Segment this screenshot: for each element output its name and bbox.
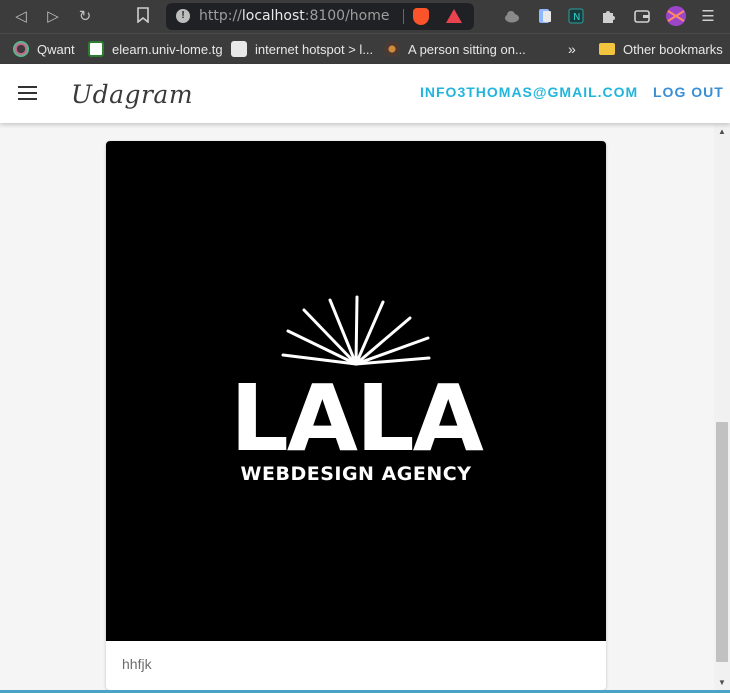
bookmark-item[interactable]: elearn.univ-lome.tg [88, 40, 223, 58]
svg-text:N: N [573, 12, 580, 23]
other-bookmarks-label: Other bookmarks [623, 41, 723, 57]
brave-shield-icon[interactable] [413, 8, 429, 25]
site-info-icon[interactable]: ! [176, 9, 190, 23]
wifi-hotspot-icon [231, 41, 247, 57]
bookmarks-overflow-button[interactable]: » [568, 40, 576, 58]
bookmark-label: elearn.univ-lome.tg [112, 41, 223, 57]
bookmark-icon[interactable] [133, 7, 153, 27]
app-header: Udagram INFO3THOMAS@GMAIL.COM LOG OUT [0, 64, 730, 123]
user-email-button[interactable]: INFO3THOMAS@GMAIL.COM [420, 84, 638, 106]
feed-image: LALA WEBDESIGN AGENCY [106, 141, 606, 641]
brave-rewards-icon[interactable] [446, 9, 462, 23]
browser-menu-icon[interactable]: ☰ [698, 7, 718, 27]
image-site-icon [384, 41, 400, 57]
extension-n-icon[interactable]: N [568, 8, 584, 24]
omnibox-divider [403, 9, 404, 24]
scroll-up-arrow-icon[interactable]: ▲ [714, 125, 730, 139]
other-bookmarks-folder[interactable]: Other bookmarks [599, 40, 723, 58]
wallet-icon[interactable] [634, 8, 650, 24]
bookmark-item[interactable]: internet hotspot > l... [231, 40, 373, 58]
folder-icon [599, 43, 615, 55]
logo-tagline: WEBDESIGN AGENCY [240, 463, 472, 485]
url-text: http://localhost:8100/home [199, 8, 390, 24]
bookmarks-bar: Qwant elearn.univ-lome.tg internet hotsp… [0, 33, 730, 64]
feed-card: LALA WEBDESIGN AGENCY hhfjk [106, 141, 606, 690]
reload-icon[interactable]: ↻ [75, 7, 95, 27]
extension-notes-icon[interactable] [537, 8, 553, 24]
bookmark-label: A person sitting on... [408, 41, 526, 57]
bookmark-label: Qwant [37, 41, 75, 57]
scroll-down-arrow-icon[interactable]: ▼ [714, 676, 730, 690]
app-title: Udagram [71, 80, 194, 109]
back-icon[interactable]: ◁ [11, 7, 31, 27]
profile-avatar-icon[interactable] [665, 5, 687, 27]
feed-content: LALA WEBDESIGN AGENCY hhfjk [0, 123, 714, 693]
cloud-icon[interactable] [504, 8, 520, 24]
logout-button[interactable]: LOG OUT [653, 84, 724, 106]
address-bar[interactable]: ! http://localhost:8100/home [166, 3, 474, 30]
browser-toolbar: ◁ ▷ ↻ ! http://localhost:8100/home N ☰ [0, 0, 730, 33]
scrollbar-thumb[interactable] [716, 422, 728, 662]
hamburger-menu-icon[interactable] [18, 86, 37, 100]
feed-caption: hhfjk [122, 656, 152, 672]
forward-icon[interactable]: ▷ [43, 7, 63, 27]
bookmark-item[interactable]: A person sitting on... [384, 40, 526, 58]
logo-wordmark: LALA [230, 365, 484, 472]
bookmark-label: internet hotspot > l... [255, 41, 374, 57]
vertical-scrollbar[interactable]: ▲ ▼ [714, 123, 730, 693]
bookmark-item[interactable]: Qwant [13, 40, 75, 58]
qwant-icon [13, 41, 29, 57]
extensions-puzzle-icon[interactable] [600, 8, 616, 24]
elearn-icon [88, 41, 104, 57]
